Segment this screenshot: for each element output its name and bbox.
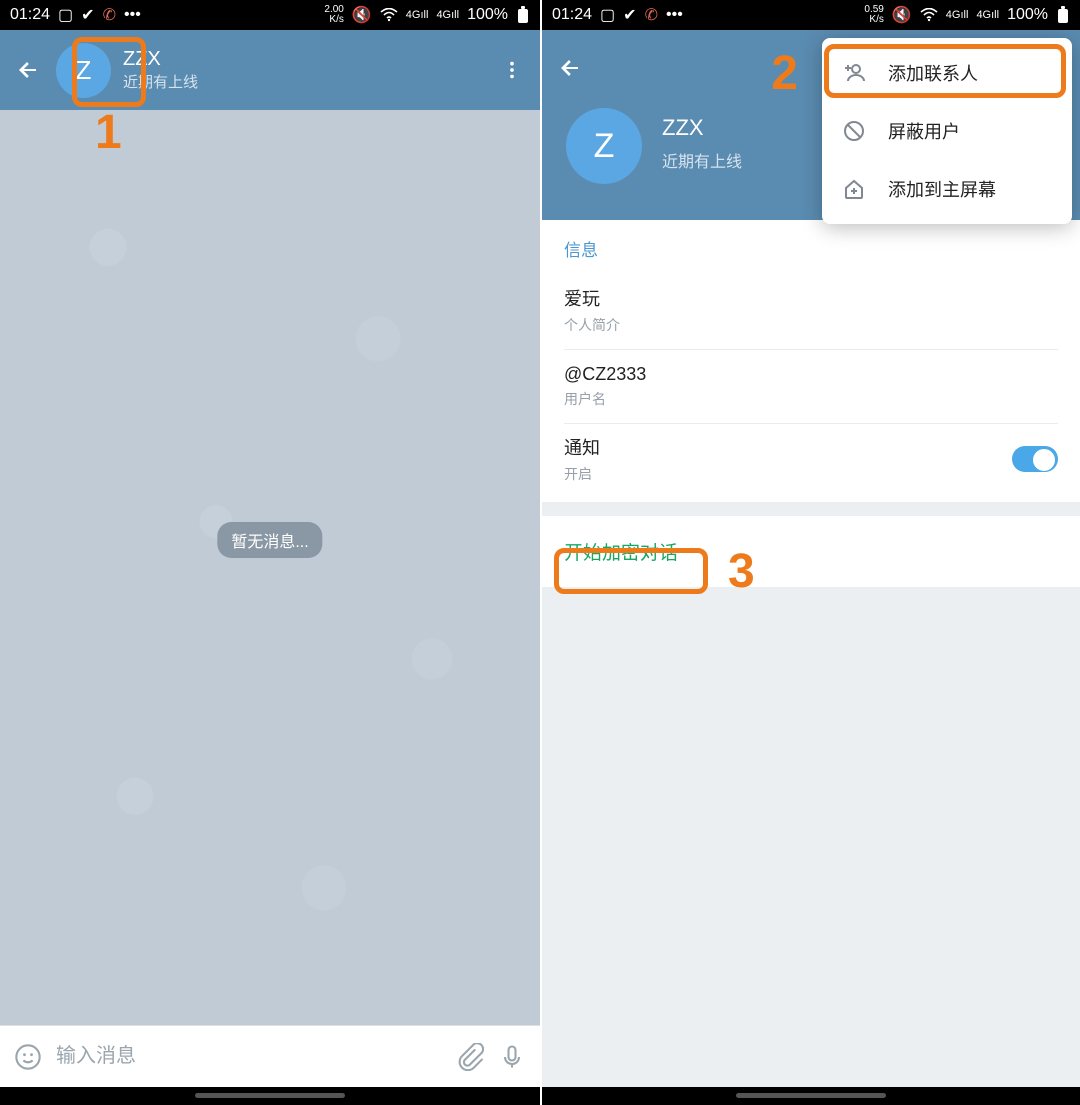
bio-label: 个人简介	[564, 315, 1058, 335]
notifications-state: 开启	[564, 464, 600, 484]
wifi-icon	[920, 8, 938, 22]
options-menu: 添加联系人 屏蔽用户 添加到主屏幕	[822, 38, 1072, 224]
info-section: 信息 爱玩 个人简介 @CZ2333 用户名 通知 开启	[542, 220, 1080, 502]
message-input-bar	[0, 1025, 540, 1087]
menu-block-user-label: 屏蔽用户	[888, 118, 960, 144]
gallery-icon: ▢	[600, 5, 615, 25]
menu-add-contact[interactable]: 添加联系人	[822, 44, 1072, 102]
check-icon: ✔	[81, 5, 94, 25]
check-icon: ✔	[623, 5, 636, 25]
call-blocked-icon: ✆	[645, 5, 658, 25]
profile-name: ZZX	[662, 115, 704, 141]
profile-body: 信息 爱玩 个人简介 @CZ2333 用户名 通知 开启	[542, 220, 1080, 1087]
more-dots-icon: •••	[666, 6, 683, 24]
signal-4g-icon: 4Gıll	[946, 9, 969, 21]
android-navbar[interactable]	[542, 1087, 1080, 1105]
microphone-icon[interactable]	[498, 1043, 526, 1071]
menu-add-to-home[interactable]: 添加到主屏幕	[822, 160, 1072, 218]
username-row[interactable]: @CZ2333 用户名	[564, 354, 1058, 419]
attachment-icon[interactable]	[456, 1043, 484, 1071]
status-bar: 01:24 ▢ ✔ ✆ ••• 2.00K/s 🔇 4Gıll 4Gıll 10…	[0, 0, 540, 30]
mute-icon: 🔇	[892, 5, 912, 25]
status-time: 01:24	[10, 6, 50, 24]
battery-icon	[1056, 6, 1070, 24]
notifications-row[interactable]: 通知 开启	[564, 428, 1058, 490]
profile-header: Z ZZX 近期有上线 添加联系人 屏蔽用户	[542, 30, 1080, 220]
status-bar: 01:24 ▢ ✔ ✆ ••• 0.59K/s 🔇 4Gıll 4Gıll 10…	[542, 0, 1080, 30]
secret-chat-section: 开始加密对话	[542, 516, 1080, 587]
menu-add-contact-label: 添加联系人	[888, 60, 978, 86]
no-messages-bubble: 暂无消息...	[217, 522, 322, 558]
battery-icon	[516, 6, 530, 24]
signal-4g-icon: 4Gıll	[406, 9, 429, 21]
username-value: @CZ2333	[564, 364, 1058, 385]
chat-title-block[interactable]: ZZX 近期有上线	[123, 48, 484, 92]
profile-avatar[interactable]: Z	[566, 108, 642, 184]
message-input[interactable]	[56, 1045, 442, 1068]
start-secret-chat-button[interactable]: 开始加密对话	[564, 543, 678, 564]
signal-4g-icon-2: 4Gıll	[976, 9, 999, 21]
divider	[564, 423, 1058, 424]
username-label: 用户名	[564, 389, 1058, 409]
screen-profile: 01:24 ▢ ✔ ✆ ••• 0.59K/s 🔇 4Gıll 4Gıll 10…	[540, 0, 1080, 1105]
gallery-icon: ▢	[58, 5, 73, 25]
contact-status: 近期有上线	[123, 71, 484, 92]
more-options-button[interactable]	[496, 54, 528, 86]
profile-status: 近期有上线	[662, 148, 742, 172]
screen-chat: 01:24 ▢ ✔ ✆ ••• 2.00K/s 🔇 4Gıll 4Gıll 10…	[0, 0, 540, 1105]
notifications-title: 通知	[564, 434, 600, 460]
mute-icon: 🔇	[352, 5, 372, 25]
back-button[interactable]	[12, 54, 44, 86]
avatar-letter: Z	[594, 127, 615, 166]
contact-avatar[interactable]: Z	[56, 43, 111, 98]
menu-add-home-label: 添加到主屏幕	[888, 176, 996, 202]
profile-empty-space	[542, 587, 1080, 1087]
chat-doodle-bg	[0, 110, 540, 1025]
divider	[564, 349, 1058, 350]
battery-pct: 100%	[1007, 6, 1048, 24]
chat-header: Z ZZX 近期有上线	[0, 30, 540, 110]
bio-row[interactable]: 爱玩 个人简介	[564, 275, 1058, 345]
contact-name: ZZX	[123, 48, 484, 71]
call-blocked-icon: ✆	[103, 5, 116, 25]
menu-block-user[interactable]: 屏蔽用户	[822, 102, 1072, 160]
emoji-icon[interactable]	[14, 1043, 42, 1071]
wifi-icon	[380, 8, 398, 22]
add-contact-icon	[842, 61, 866, 85]
chat-body[interactable]: 暂无消息...	[0, 110, 540, 1025]
android-navbar[interactable]	[0, 1087, 540, 1105]
more-dots-icon: •••	[124, 6, 141, 24]
signal-4g-icon-2: 4Gıll	[436, 9, 459, 21]
status-time: 01:24	[552, 6, 592, 24]
info-section-title: 信息	[564, 236, 1058, 261]
back-button[interactable]	[554, 52, 586, 84]
net-speed: 0.59K/s	[864, 5, 883, 25]
home-plus-icon	[842, 177, 866, 201]
block-icon	[842, 119, 866, 143]
avatar-letter: Z	[76, 55, 92, 86]
net-speed: 2.00K/s	[324, 5, 343, 25]
bio-value: 爱玩	[564, 285, 1058, 311]
notifications-toggle[interactable]	[1012, 446, 1058, 472]
battery-pct: 100%	[467, 6, 508, 24]
